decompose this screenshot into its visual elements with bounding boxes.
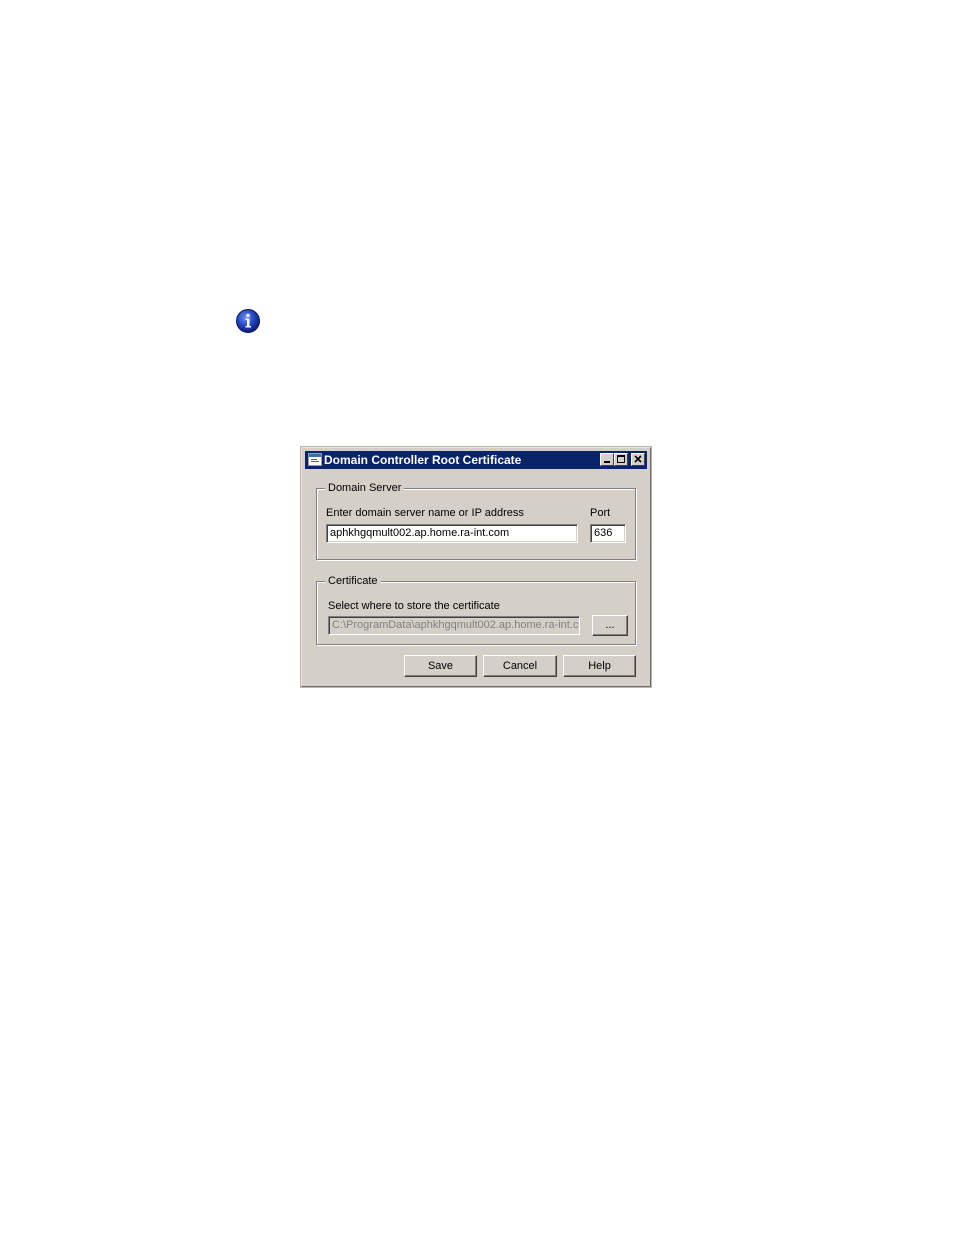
server-name-input[interactable]: aphkhgqmult002.ap.home.ra-int.com	[326, 524, 578, 543]
cancel-button[interactable]: Cancel	[483, 655, 557, 677]
close-button[interactable]	[631, 453, 645, 466]
dialog-title: Domain Controller Root Certificate	[324, 453, 522, 467]
certificate-group: Certificate Select where to store the ce…	[316, 574, 636, 645]
minimize-button[interactable]	[600, 453, 614, 466]
maximize-button[interactable]	[614, 453, 628, 466]
save-button[interactable]: Save	[404, 655, 477, 677]
certificate-legend: Certificate	[325, 574, 381, 588]
domain-server-legend: Domain Server	[325, 481, 405, 495]
close-icon	[634, 455, 642, 463]
domain-server-group: Domain Server Enter domain server name o…	[316, 481, 636, 560]
port-label: Port	[590, 507, 611, 519]
title-bar[interactable]: Domain Controller Root Certificate	[305, 451, 647, 469]
window-icon	[308, 453, 322, 466]
info-icon	[235, 308, 261, 334]
certificate-path-input[interactable]: C:\ProgramData\aphkhgqmult002.ap.home.ra…	[328, 616, 580, 635]
server-name-label: Enter domain server name or IP address	[326, 507, 524, 519]
browse-button[interactable]: ...	[592, 615, 628, 636]
domain-controller-root-certificate-dialog: Domain Controller Root Certificate Domai…	[301, 447, 651, 687]
minimize-icon	[604, 461, 610, 463]
help-button[interactable]: Help	[563, 655, 636, 677]
port-input[interactable]: 636	[590, 524, 626, 543]
maximize-icon	[617, 455, 625, 463]
certificate-path-label: Select where to store the certificate	[328, 600, 500, 612]
